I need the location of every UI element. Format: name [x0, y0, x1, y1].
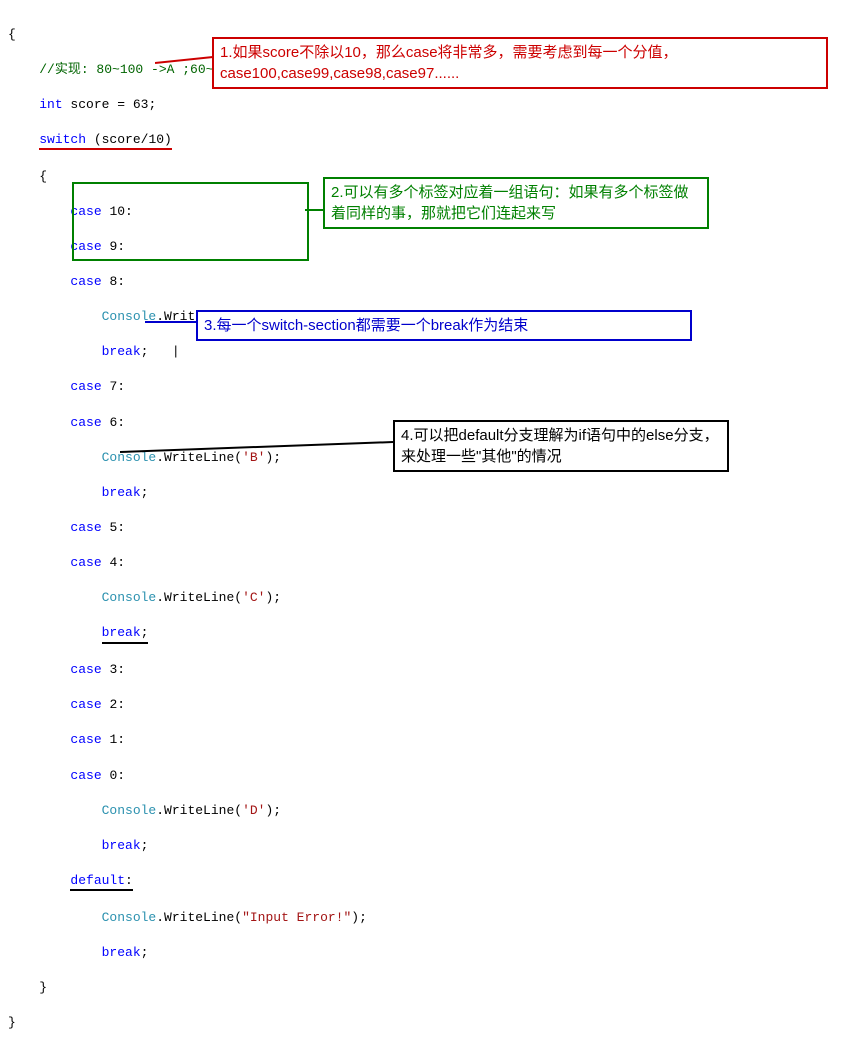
code-line: case 9: — [8, 238, 842, 256]
code-line: case 1: — [8, 731, 842, 749]
code-line: default: — [8, 872, 842, 892]
code-line: Console.WriteLine('C'); — [8, 589, 842, 607]
code-line: int score = 63; — [8, 96, 842, 114]
code-line: } — [8, 979, 842, 997]
code-line: break; — [8, 837, 842, 855]
code-line: case 2: — [8, 696, 842, 714]
annotation-4: 4.可以把default分支理解为if语句中的else分支，来处理一些"其他"的… — [393, 420, 729, 472]
code-line: case 3: — [8, 661, 842, 679]
code-block: { //实现: 80~100 ->A ;60~79 ->B ; 40~59 ->… — [8, 8, 842, 1049]
code-line: break; — [8, 484, 842, 502]
code-line: Console.WriteLine('D'); — [8, 802, 842, 820]
code-line: case 7: — [8, 378, 842, 396]
code-line: switch (score/10) — [8, 131, 842, 151]
code-line: break; | — [8, 343, 842, 361]
code-line: } — [8, 1014, 842, 1032]
code-line: case 5: — [8, 519, 842, 537]
code-line: case 4: — [8, 554, 842, 572]
annotation-1: 1.如果score不除以10，那么case将非常多，需要考虑到每一个分值，cas… — [212, 37, 828, 89]
code-line: case 8: — [8, 273, 842, 291]
annotation-2: 2.可以有多个标签对应着一组语句：如果有多个标签做着同样的事，那就把它们连起来写 — [323, 177, 709, 229]
annotation-3: 3.每一个switch-section都需要一个break作为结束 — [196, 310, 692, 341]
code-line: case 0: — [8, 767, 842, 785]
code-line: break; — [8, 944, 842, 962]
code-line: Console.WriteLine("Input Error!"); — [8, 909, 842, 927]
code-line: break; — [8, 624, 842, 644]
